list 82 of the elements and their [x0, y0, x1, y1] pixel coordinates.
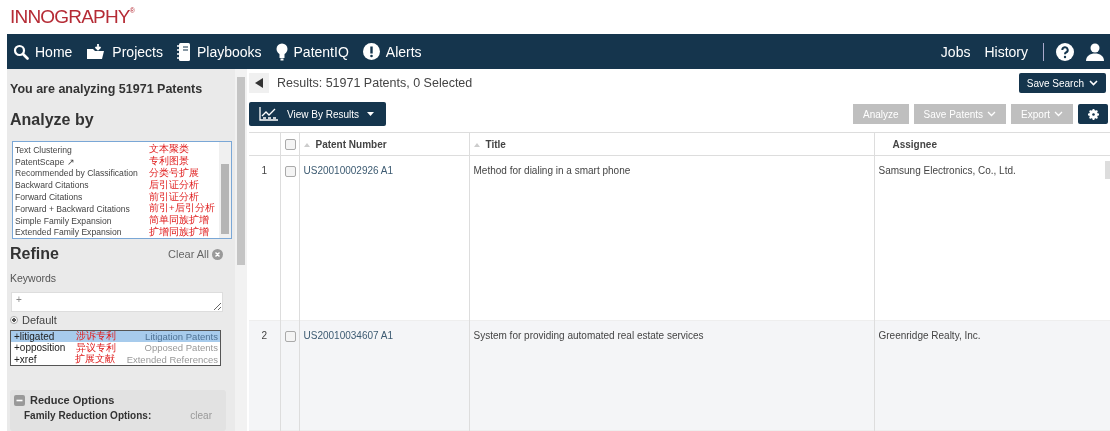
nav-label: Projects — [112, 43, 163, 60]
nav-label: Playbooks — [196, 43, 262, 60]
table-cell: Greenridge Realty, Inc. — [878, 330, 981, 341]
nav-label: Alerts — [385, 43, 422, 60]
chevron-icon — [1089, 80, 1098, 86]
scrollbar[interactable] — [1105, 161, 1110, 179]
suggestion-item[interactable]: +xref 扩展文献 Extended References — [11, 353, 220, 365]
suggestion-item[interactable]: +litigated 涉诉专利 Litigation Patents — [11, 330, 220, 342]
help-icon[interactable] — [1056, 42, 1074, 61]
scrollbar[interactable] — [235, 69, 247, 431]
annotation-text: 扩增同族扩增 — [149, 226, 209, 239]
list-option[interactable]: Text Clustering — [15, 144, 149, 155]
sort-icon[interactable] — [303, 142, 310, 147]
chevron-icon — [987, 111, 997, 117]
clear-all-link[interactable]: Clear All — [168, 248, 223, 261]
panel-heading: Reduce Options — [30, 394, 115, 406]
table-cell: Samsung Electronics, Co., Ltd. — [878, 165, 1016, 176]
patent-number-link[interactable]: US20010002926 A1 — [303, 165, 394, 176]
list-option[interactable]: Recommended by Classification — [15, 168, 149, 179]
radio-button[interactable] — [10, 315, 18, 324]
scrollbar[interactable] — [219, 142, 231, 239]
row-checkbox[interactable] — [284, 165, 296, 177]
nav-label: Home — [35, 43, 73, 60]
table-cell: Method for dialing in a smart phone — [473, 165, 631, 176]
annotation-text: 分类号扩展 — [149, 167, 199, 180]
list-option[interactable]: Forward Citations — [15, 192, 149, 203]
patent-number-link[interactable]: US20010034607 A1 — [303, 330, 394, 341]
logo: INNOGRAPHY$^{®}$ — [10, 6, 135, 28]
list-option[interactable]: Backward Citations — [15, 180, 149, 191]
chart-icon — [259, 107, 279, 121]
settings-button[interactable] — [1078, 104, 1108, 124]
notebook-icon — [176, 42, 191, 61]
list-option[interactable]: Forward + Backward Citations — [15, 203, 149, 214]
nav-label: PatentIQ — [293, 43, 349, 60]
nav-link[interactable]: PatentIQ — [272, 42, 360, 61]
suggestion-item[interactable]: +opposition 异议专利 Opposed Patents — [11, 342, 220, 354]
annotation-text: 后引证分析 — [149, 178, 199, 192]
annotation-text: 前引证分析 — [149, 190, 199, 203]
alert-icon — [362, 43, 380, 60]
annotation-text: 专利图景 — [149, 155, 189, 167]
option-label: Family Reduction Options: — [24, 410, 152, 421]
select-all-checkbox[interactable] — [284, 138, 296, 150]
view-by-button[interactable]: View By Results — [249, 102, 387, 126]
settings-icon — [1087, 108, 1099, 120]
folder-icon — [86, 43, 107, 60]
annotation-text: 简单同族扩增 — [149, 214, 209, 226]
caret-icon — [255, 78, 263, 88]
nav-link[interactable]: Projects — [83, 43, 174, 60]
table-cell: System for providing automated real estate services — [473, 330, 704, 341]
lightbulb-icon — [275, 42, 288, 61]
section-heading: Analyze by — [10, 111, 95, 129]
annotation-text: 前引+后引分析 — [149, 202, 215, 214]
nav-link[interactable]: Jobs — [937, 43, 982, 60]
keywords-field[interactable]: + — [11, 292, 223, 312]
nav-link[interactable]: Playbooks — [173, 42, 273, 61]
annotation-text: 文本聚类 — [149, 143, 189, 156]
list-option[interactable]: Extended Family Expansion — [15, 227, 149, 238]
column-header[interactable]: Title — [485, 138, 506, 150]
list-option[interactable]: Simple Family Expansion — [15, 215, 149, 226]
collapse-sidebar-button[interactable] — [249, 73, 269, 93]
results-summary: Results: 51971 Patents, 0 Selected — [277, 76, 473, 90]
field-label: Keywords — [10, 272, 58, 285]
radio-label: Default — [22, 313, 57, 326]
row-checkbox[interactable] — [284, 330, 296, 342]
search-icon — [13, 43, 29, 60]
sort-icon[interactable] — [473, 142, 480, 147]
user-icon[interactable] — [1086, 42, 1104, 61]
collapse-icon[interactable] — [14, 394, 25, 406]
nav-link[interactable]: Alerts — [359, 43, 433, 60]
nav-link[interactable]: History — [981, 43, 1039, 60]
caret-icon — [367, 112, 375, 116]
analyzing-text: You are analyzing 51971 Patents — [10, 82, 204, 96]
close-icon — [212, 248, 223, 260]
column-header[interactable]: Assignee — [892, 138, 937, 150]
analyze-listbox[interactable] — [12, 141, 232, 240]
save-search-button[interactable]: Save Search — [1018, 73, 1106, 93]
row-number: 2 — [261, 330, 268, 341]
row-number: 1 — [261, 165, 268, 176]
chevron-icon — [1054, 111, 1063, 117]
section-heading: Refine — [10, 245, 60, 264]
nav-link[interactable]: Home — [10, 43, 84, 60]
list-option[interactable]: PatentScape ↗ — [15, 156, 149, 167]
